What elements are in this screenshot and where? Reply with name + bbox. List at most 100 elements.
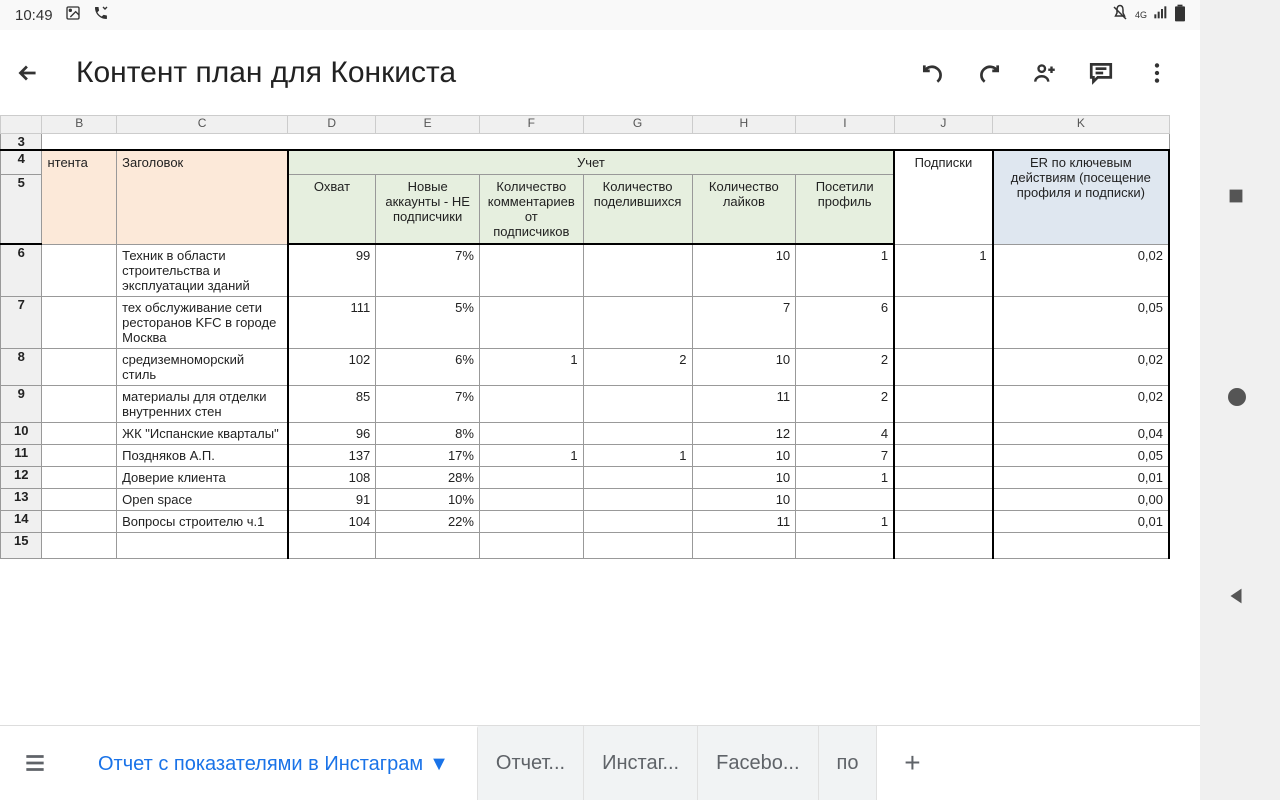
table-row[interactable]: 3 [1,134,1170,151]
row-num[interactable]: 10 [1,422,42,444]
cell-title[interactable]: материалы для отделки внутренних стен [117,385,288,422]
col-E[interactable]: E [376,116,480,134]
cell-title[interactable]: Техник в области строительства и эксплуа… [117,244,288,296]
header-profile-visits[interactable]: Посетили профиль [796,175,894,245]
cell[interactable]: 0,01 [993,466,1169,488]
row-num[interactable]: 12 [1,466,42,488]
cell[interactable] [583,488,692,510]
cell-title[interactable]: средиземноморский стиль [117,348,288,385]
col-D[interactable]: D [288,116,376,134]
cell[interactable] [479,422,583,444]
cell[interactable]: 11 [692,510,796,532]
table-row[interactable]: 6 Техник в области строительства и экспл… [1,244,1170,296]
row-num[interactable]: 14 [1,510,42,532]
cell[interactable] [479,244,583,296]
table-row[interactable]: 8 средиземноморский стиль 102 6% 1 2 10 … [1,348,1170,385]
cell[interactable]: 7% [376,385,480,422]
cell[interactable]: 1 [583,444,692,466]
cell[interactable]: 7 [692,296,796,348]
column-header-row[interactable]: B C D E F G H I J K [1,116,1170,134]
add-sheet-button[interactable]: + [877,726,947,800]
spreadsheet[interactable]: B C D E F G H I J K 3 4 нтента Заголовок [0,115,1200,695]
cell-title[interactable]: ЖК "Испанские кварталы" [117,422,288,444]
cell[interactable]: 102 [288,348,376,385]
table-row[interactable]: 10 ЖК "Испанские кварталы" 96 8% 12 4 0,… [1,422,1170,444]
cell[interactable] [894,422,992,444]
row-num[interactable]: 5 [1,175,42,245]
col-B[interactable]: B [42,116,117,134]
col-K[interactable]: K [993,116,1169,134]
cell[interactable]: 10 [692,466,796,488]
cell[interactable]: 8% [376,422,480,444]
header-metrics-group[interactable]: Учет [288,150,894,175]
sheet-tab[interactable]: Facebo... [698,726,818,800]
header-reach[interactable]: Охват [288,175,376,245]
comment-button[interactable] [1088,60,1114,86]
cell[interactable]: 85 [288,385,376,422]
row-num[interactable]: 6 [1,244,42,296]
cell[interactable]: 12 [692,422,796,444]
cell[interactable] [479,296,583,348]
cell[interactable] [479,488,583,510]
redo-button[interactable] [976,60,1002,86]
cell[interactable] [583,385,692,422]
cell[interactable] [894,510,992,532]
home-button[interactable] [1225,385,1255,415]
table-row[interactable]: 12 Доверие клиента 108 28% 10 1 0,01 [1,466,1170,488]
cell[interactable] [583,510,692,532]
cell[interactable]: 137 [288,444,376,466]
undo-button[interactable] [920,60,946,86]
cell[interactable]: 1 [796,244,894,296]
cell[interactable]: 6% [376,348,480,385]
cell[interactable]: 4 [796,422,894,444]
cell[interactable]: 1 [479,444,583,466]
row-num[interactable]: 9 [1,385,42,422]
cell-title[interactable]: Open space [117,488,288,510]
col-G[interactable]: G [583,116,692,134]
cell[interactable]: 2 [796,385,894,422]
row-num[interactable]: 3 [1,134,42,151]
cell[interactable]: 96 [288,422,376,444]
table-row[interactable]: 9 материалы для отделки внутренних стен … [1,385,1170,422]
header-content-type[interactable]: нтента [42,150,117,244]
cell-title[interactable]: Вопросы строителю ч.1 [117,510,288,532]
table-row[interactable]: 14 Вопросы строителю ч.1 104 22% 11 1 0,… [1,510,1170,532]
cell[interactable]: 1 [894,244,992,296]
sheet-tab[interactable]: Отчет... [478,726,584,800]
sheet-tab-active[interactable]: Отчет с показателями в Инстаграм ▼ [70,726,478,800]
cell[interactable]: 0,01 [993,510,1169,532]
row-num[interactable]: 11 [1,444,42,466]
col-I[interactable]: I [796,116,894,134]
cell[interactable]: 7 [796,444,894,466]
cell[interactable] [894,296,992,348]
cell[interactable]: 99 [288,244,376,296]
header-shares[interactable]: Количество поделившихся [583,175,692,245]
cell[interactable]: 91 [288,488,376,510]
cell[interactable]: 10 [692,444,796,466]
cell[interactable]: 0,05 [993,444,1169,466]
cell[interactable] [583,422,692,444]
table-row[interactable]: 7 тех обслуживание сети ресторанов KFC в… [1,296,1170,348]
table-row[interactable]: 13 Open space 91 10% 10 0,00 [1,488,1170,510]
table-row[interactable]: 4 нтента Заголовок Учет Подписки ER по к… [1,150,1170,175]
cell-title[interactable]: Поздняков А.П. [117,444,288,466]
cell[interactable]: 10 [692,488,796,510]
cell[interactable]: 1 [479,348,583,385]
col-H[interactable]: H [692,116,796,134]
cell[interactable]: 0,05 [993,296,1169,348]
cell[interactable]: 7% [376,244,480,296]
cell[interactable]: 0,02 [993,244,1169,296]
back-button[interactable] [15,60,41,86]
cell[interactable] [479,510,583,532]
col-J[interactable]: J [894,116,992,134]
header-comments[interactable]: Количество комментариев от подписчиков [479,175,583,245]
cell[interactable] [894,444,992,466]
header-er[interactable]: ER по ключевым действиям (посещение проф… [993,150,1169,244]
header-likes[interactable]: Количество лайков [692,175,796,245]
cell[interactable] [894,348,992,385]
sheet-tab[interactable]: по [819,726,878,800]
cell[interactable] [894,385,992,422]
cell[interactable] [479,385,583,422]
col-F[interactable]: F [479,116,583,134]
row-num[interactable]: 4 [1,150,42,175]
